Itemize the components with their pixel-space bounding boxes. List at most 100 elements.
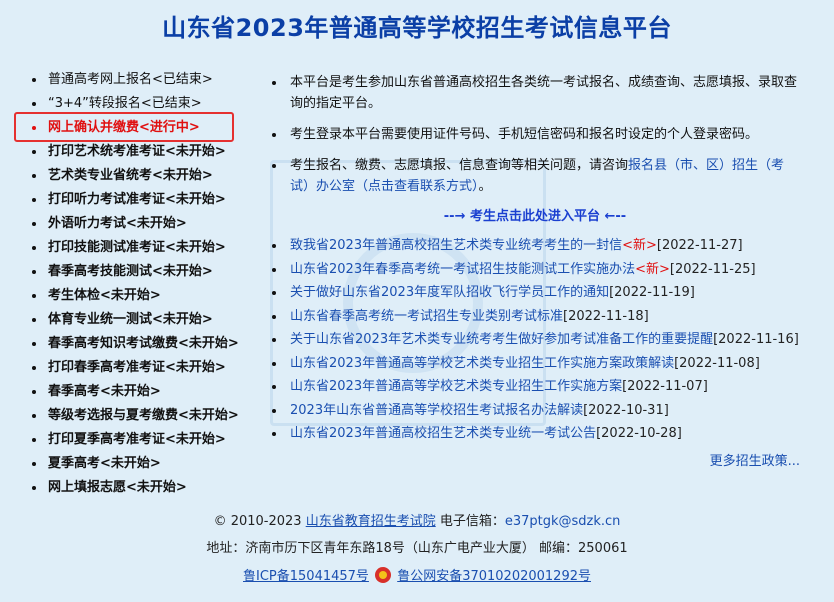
bullet-icon	[32, 462, 36, 466]
news-title[interactable]: 山东省2023年普通高等学校艺术类专业招生工作实施方案	[290, 379, 622, 394]
sidebar-item[interactable]: 网上确认并缴费<进行中>	[28, 116, 248, 140]
sidebar-item-label: 春季高考知识考试缴费<未开始>	[48, 336, 239, 351]
news-title[interactable]: 山东省2023年普通高等学校艺术类专业招生工作实施方案政策解读	[290, 356, 674, 371]
sidebar-item[interactable]: 春季高考<未开始>	[28, 380, 248, 404]
notice-text: 考生报名、缴费、志愿填报、信息查询等相关问题，请咨询	[290, 158, 629, 173]
icp-link[interactable]: 鲁ICP备15041457号	[243, 569, 369, 584]
sidebar-item[interactable]: 网上填报志愿<未开始>	[28, 476, 248, 500]
news-date: [2022-11-19]	[609, 285, 695, 300]
new-badge: <新>	[635, 261, 670, 277]
bullet-icon	[272, 385, 276, 389]
footer-copyright: © 2010-2023 山东省教育招生考试院 电子信箱：e37ptgk@sdzk…	[0, 510, 834, 529]
notice-text: 考生登录本平台需要使用证件号码、手机短信密码和报名时设定的个人登录密码。	[290, 127, 759, 142]
bullet-icon	[32, 366, 36, 370]
bullet-icon	[272, 267, 276, 272]
bullet-icon	[32, 78, 36, 82]
bullet-icon	[32, 198, 36, 202]
sidebar-item[interactable]: 体育专业统一测试<未开始>	[28, 308, 248, 332]
sidebar-item[interactable]: 普通高考网上报名<已结束>	[28, 68, 248, 92]
footer-address: 地址：济南市历下区青年东路18号（山东广电产业大厦） 邮编：250061	[206, 541, 628, 556]
main-content: 本平台是考生参加山东省普通高校招生各类统一考试报名、成绩查询、志愿填报、录取查询…	[270, 72, 800, 469]
footer-registration: 鲁ICP备15041457号 鲁公网安备37010202001292号	[0, 565, 834, 584]
notice-text: 本平台是考生参加山东省普通高校招生各类统一考试报名、成绩查询、志愿填报、录取查询…	[290, 75, 798, 111]
notice-contact: 考生报名、缴费、志愿填报、信息查询等相关问题，请咨询报名县（市、区）招生（考试）…	[270, 155, 800, 197]
sidebar-item-label: 考生体检<未开始>	[48, 288, 161, 303]
sidebar-item-label: 打印春季高考准考证<未开始>	[48, 360, 226, 375]
sidebar-item-label: 打印技能测试准考证<未开始>	[48, 240, 226, 255]
sidebar-item[interactable]: 春季高考技能测试<未开始>	[28, 260, 248, 284]
bullet-icon	[32, 414, 36, 418]
sidebar-item-label: 等级考选报与夏考缴费<未开始>	[48, 408, 239, 423]
news-item[interactable]: 山东省2023年普通高等学校艺术类专业招生工作实施方案政策解读[2022-11-…	[270, 352, 800, 376]
bullet-icon	[32, 174, 36, 178]
email-label: 电子信箱：	[435, 514, 505, 529]
page-title: 山东省2023年普通高等学校招生考试信息平台	[162, 14, 672, 42]
news-item[interactable]: 关于做好山东省2023年度军队招收飞行学员工作的通知[2022-11-19]	[270, 281, 800, 305]
sidebar-item[interactable]: 打印艺术统考准考证<未开始>	[28, 140, 248, 164]
sidebar-item-label: 体育专业统一测试<未开始>	[48, 312, 213, 327]
sidebar-item-label: 网上确认并缴费<进行中>	[48, 120, 200, 135]
sidebar-item[interactable]: 考生体检<未开始>	[28, 284, 248, 308]
bullet-icon	[32, 438, 36, 442]
news-item[interactable]: 关于山东省2023年艺术类专业统考考生做好参加考试准备工作的重要提醒[2022-…	[270, 328, 800, 352]
sidebar-item[interactable]: 打印听力考试准考证<未开始>	[28, 188, 248, 212]
notice-login: 考生登录本平台需要使用证件号码、手机短信密码和报名时设定的个人登录密码。	[270, 124, 800, 145]
news-title[interactable]: 2023年山东省普通高等学校招生考试报名办法解读	[290, 403, 583, 418]
news-date: [2022-11-16]	[713, 332, 799, 347]
more-policies-link[interactable]: 更多招生政策...	[270, 450, 800, 469]
news-title[interactable]: 山东省春季高考统一考试招生专业类别考试标准	[290, 309, 563, 324]
news-item[interactable]: 山东省2023年普通高校招生艺术类专业统一考试公告[2022-10-28]	[270, 422, 800, 446]
sidebar-item[interactable]: “3+4”转段报名<已结束>	[28, 92, 248, 116]
bullet-icon	[272, 164, 276, 168]
sidebar-item[interactable]: 春季高考知识考试缴费<未开始>	[28, 332, 248, 356]
org-link[interactable]: 山东省教育招生考试院	[306, 514, 436, 529]
bullet-icon	[32, 150, 36, 154]
sidebar-item[interactable]: 艺术类专业省统考<未开始>	[28, 164, 248, 188]
sidebar-item-label: 打印听力考试准考证<未开始>	[48, 192, 226, 207]
news-title[interactable]: 山东省2023年普通高校招生艺术类专业统一考试公告	[290, 426, 596, 441]
sidebar-item-label: 春季高考技能测试<未开始>	[48, 264, 213, 279]
news-date: [2022-11-25]	[669, 261, 756, 277]
bullet-icon	[32, 102, 36, 106]
news-title[interactable]: 山东省2023年春季高考统一考试招生技能测试工作实施办法	[290, 262, 635, 277]
news-title[interactable]: 关于做好山东省2023年度军队招收飞行学员工作的通知	[290, 285, 609, 300]
notice-platform: 本平台是考生参加山东省普通高校招生各类统一考试报名、成绩查询、志愿填报、录取查询…	[270, 72, 800, 114]
sidebar-item-label: 艺术类专业省统考<未开始>	[48, 168, 213, 183]
sidebar-item[interactable]: 等级考选报与夏考缴费<未开始>	[28, 404, 248, 428]
sidebar-item[interactable]: 外语听力考试<未开始>	[28, 212, 248, 236]
bullet-icon	[272, 133, 276, 137]
news-date: [2022-11-07]	[622, 379, 708, 394]
sidebar-item-label: 外语听力考试<未开始>	[48, 216, 187, 231]
contact-info-link[interactable]: （点击查看联系方式）	[355, 179, 479, 194]
sidebar-item-label: “3+4”转段报名<已结束>	[48, 96, 202, 111]
sidebar: 普通高考网上报名<已结束> “3+4”转段报名<已结束> 网上确认并缴费<进行中> 打…	[28, 68, 248, 500]
bullet-icon	[32, 294, 36, 298]
news-title[interactable]: 致我省2023年普通高校招生艺术类专业统考考生的一封信	[290, 238, 622, 253]
news-item[interactable]: 山东省2023年春季高考统一考试招生技能测试工作实施办法<新>[2022-11-…	[270, 258, 800, 282]
sidebar-item[interactable]: 夏季高考<未开始>	[28, 452, 248, 476]
new-badge: <新>	[622, 238, 657, 253]
sidebar-item[interactable]: 打印夏季高考准考证<未开始>	[28, 428, 248, 452]
sidebar-item-label: 打印夏季高考准考证<未开始>	[48, 432, 226, 447]
sidebar-item[interactable]: 打印技能测试准考证<未开始>	[28, 236, 248, 260]
news-title[interactable]: 关于山东省2023年艺术类专业统考考生做好参加考试准备工作的重要提醒	[290, 332, 713, 347]
enter-platform-link[interactable]: --→ 考生点击此处进入平台 ←--	[270, 205, 800, 224]
bullet-icon	[32, 390, 36, 394]
bullet-icon	[272, 81, 276, 85]
sidebar-item[interactable]: 打印春季高考准考证<未开始>	[28, 356, 248, 380]
news-item[interactable]: 山东省春季高考统一考试招生专业类别考试标准[2022-11-18]	[270, 305, 800, 329]
bullet-icon	[32, 222, 36, 226]
news-date: [2022-11-27]	[656, 238, 743, 253]
email-link[interactable]: e37ptgk@sdzk.cn	[505, 514, 621, 529]
police-record-link[interactable]: 鲁公网安备37010202001292号	[397, 569, 591, 584]
news-list: 致我省2023年普通高校招生艺术类专业统考考生的一封信<新>[2022-11-2…	[270, 234, 800, 446]
bullet-icon	[32, 246, 36, 250]
news-item[interactable]: 致我省2023年普通高校招生艺术类专业统考考生的一封信<新>[2022-11-2…	[270, 234, 800, 258]
news-date: [2022-11-08]	[674, 355, 760, 371]
news-date: [2022-10-31]	[583, 402, 669, 418]
sidebar-item-label: 普通高考网上报名<已结束>	[48, 72, 213, 87]
bullet-icon	[272, 291, 276, 295]
sidebar-item-label: 春季高考<未开始>	[48, 384, 161, 399]
news-item[interactable]: 山东省2023年普通高等学校艺术类专业招生工作实施方案[2022-11-07]	[270, 375, 800, 399]
news-item[interactable]: 2023年山东省普通高等学校招生考试报名办法解读[2022-10-31]	[270, 399, 800, 423]
